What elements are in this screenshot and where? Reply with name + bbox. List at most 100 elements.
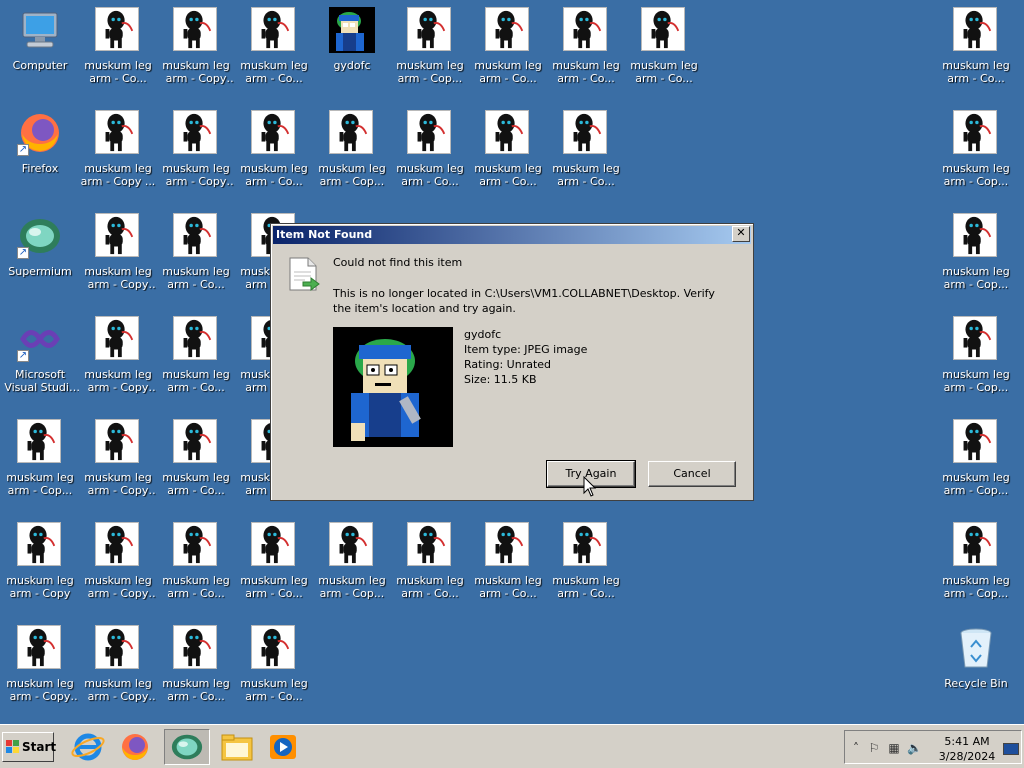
image-thumbnail-icon — [17, 625, 63, 671]
desktop-icon-label: muskum leg arm - Copy (4) — [84, 368, 152, 394]
image-thumbnail-icon — [563, 522, 609, 568]
media-player-icon[interactable] — [264, 729, 302, 765]
desktop-icon-stick[interactable]: muskum leg arm - Copy ... — [79, 104, 157, 204]
desktop-icon-gydofc[interactable]: gydofc — [313, 1, 391, 101]
desktop-icon-firefox[interactable]: ↗ Firefox — [1, 104, 79, 204]
internet-explorer-icon[interactable] — [69, 729, 107, 765]
desktop-icon-stick[interactable]: muskum leg arm - Cop... — [937, 104, 1015, 204]
image-thumbnail-icon — [329, 522, 375, 568]
desktop-icon-stick[interactable]: muskum leg arm - Co... — [937, 1, 1015, 101]
desktop-icon-stick[interactable]: muskum leg arm - Copy (7) — [79, 619, 157, 719]
desktop-icon-supermium[interactable]: ↗ Supermium — [1, 207, 79, 307]
desktop-icon-recycle[interactable]: Recycle Bin — [937, 619, 1015, 719]
desktop-icon-stick[interactable]: muskum leg arm - Co... — [157, 619, 235, 719]
desktop-icon-stick[interactable]: muskum leg arm - Copy (2) — [1, 619, 79, 719]
desktop-icon-stick[interactable]: muskum leg arm - Co... — [157, 516, 235, 616]
desktop-icon-stick[interactable]: muskum leg arm - Cop... — [937, 413, 1015, 513]
desktop-icon-label: muskum leg arm - Copy ... — [80, 162, 156, 188]
image-thumbnail-icon — [563, 110, 609, 156]
desktop-icon-stick[interactable]: muskum leg arm - Copy (9) — [157, 104, 235, 204]
desktop-icon-stick[interactable]: muskum leg arm - Co... — [235, 1, 313, 101]
desktop-icon-label: muskum leg arm - Copy (2) — [6, 677, 74, 703]
desktop-icon-label: muskum leg arm - Cop... — [318, 162, 386, 188]
desktop-icon-label: muskum leg arm - Co... — [474, 59, 542, 85]
desktop-icon-stick[interactable]: muskum leg arm - Cop... — [313, 104, 391, 204]
start-button[interactable]: Start — [2, 732, 56, 762]
vs-icon: ↗ — [17, 316, 63, 362]
image-thumbnail-icon — [485, 110, 531, 156]
dialog-close-button[interactable]: ✕ — [732, 226, 750, 242]
desktop-icon-stick[interactable]: muskum leg arm - Co... — [157, 207, 235, 307]
firefox-icon[interactable] — [116, 729, 154, 765]
image-thumbnail-icon — [173, 110, 219, 156]
image-thumbnail-icon — [95, 213, 141, 259]
desktop-icon-stick[interactable]: muskum leg arm - Cop... — [937, 207, 1015, 307]
file-item-type: Item type: JPEG image — [464, 343, 588, 356]
desktop-icon-label: muskum leg arm - Co... — [240, 59, 308, 85]
desktop-icon-label: muskum leg arm - Copy (3) — [84, 265, 152, 291]
desktop-icon-stick[interactable]: muskum leg arm - Cop... — [313, 516, 391, 616]
desktop-icon-stick[interactable]: muskum leg arm - Co... — [235, 516, 313, 616]
desktop-icon-stick[interactable]: muskum leg arm - Co... — [547, 516, 625, 616]
desktop-icon-label: muskum leg arm - Cop... — [396, 59, 464, 85]
desktop-icon-stick[interactable]: muskum leg arm - Co... — [235, 619, 313, 719]
desktop-icon-stick[interactable]: muskum leg arm - Copy — [1, 516, 79, 616]
desktop-icon-label: muskum leg arm - Copy (9) — [162, 162, 230, 188]
cancel-button[interactable]: Cancel — [648, 461, 736, 487]
clock-date[interactable]: 3/28/2024 — [937, 750, 997, 763]
desktop-icon-computer[interactable]: Computer — [1, 1, 79, 101]
desktop-icon-label: Firefox — [21, 162, 59, 175]
show-hidden-icons-chevron-icon[interactable]: ˄ — [849, 741, 863, 755]
desktop-icon-stick[interactable]: muskum leg arm - Cop... — [937, 516, 1015, 616]
desktop-icon-stick[interactable]: muskum leg arm - Copy (6) — [79, 516, 157, 616]
desktop-icon-label: muskum leg arm - Co... — [396, 574, 464, 600]
desktop-icon-stick[interactable]: muskum leg arm - Co... — [391, 516, 469, 616]
desktop-icon-stick[interactable]: muskum leg arm - Cop... — [937, 310, 1015, 410]
image-thumbnail-icon — [95, 110, 141, 156]
desktop-icon-stick[interactable]: muskum leg arm - Co... — [547, 1, 625, 101]
network-icon[interactable]: ▦ — [887, 741, 901, 755]
desktop-icon-stick[interactable]: muskum leg arm - Co... — [157, 413, 235, 513]
desktop-icon-stick[interactable]: muskum leg arm - Cop... — [1, 413, 79, 513]
image-thumbnail-icon — [95, 625, 141, 671]
desktop-icon-stick[interactable]: muskum leg arm - Co... — [157, 310, 235, 410]
desktop-icon-vs[interactable]: ↗ Microsoft Visual Studio 2010 — [1, 310, 79, 410]
desktop-icon-stick[interactable]: muskum leg arm - Copy (3) — [79, 207, 157, 307]
desktop-icon-stick[interactable]: muskum leg arm - Co... — [547, 104, 625, 204]
volume-muted-icon[interactable]: 🔈 — [907, 741, 922, 755]
image-thumbnail-icon — [95, 7, 141, 53]
image-thumbnail-icon — [953, 316, 999, 362]
desktop-icon-stick[interactable]: muskum leg arm - Co... — [625, 1, 703, 101]
desktop-icon-label: muskum leg arm - Co... — [552, 59, 620, 85]
show-desktop-icon[interactable] — [1003, 743, 1019, 755]
desktop-icon-stick[interactable]: muskum leg arm - Copy (5) — [79, 413, 157, 513]
file-rating: Rating: Unrated — [464, 358, 552, 371]
clock-time[interactable]: 5:41 AM — [937, 735, 997, 748]
desktop-icon-stick[interactable]: muskum leg arm - Co... — [469, 516, 547, 616]
desktop-icon-stick[interactable]: muskum leg arm - Cop... — [391, 1, 469, 101]
action-center-flag-icon[interactable]: ⚐ — [867, 741, 881, 755]
desktop-icon-label: muskum leg arm - Copy (5) — [84, 471, 152, 497]
image-thumbnail-icon — [953, 110, 999, 156]
desktop-icon-stick[interactable]: muskum leg arm - Co... — [469, 104, 547, 204]
desktop-icon-stick[interactable]: muskum leg arm - Co... — [235, 104, 313, 204]
image-thumbnail-icon — [485, 522, 531, 568]
file-size: Size: 11.5 KB — [464, 373, 537, 386]
desktop-icon-label: muskum leg arm - Co... — [84, 59, 152, 85]
image-thumbnail-icon — [953, 522, 999, 568]
desktop-icon-stick[interactable]: muskum leg arm - Co... — [79, 1, 157, 101]
file-explorer-icon[interactable] — [218, 729, 256, 765]
desktop-icon-stick[interactable]: muskum leg arm - Co... — [469, 1, 547, 101]
image-thumbnail-icon — [485, 7, 531, 53]
image-thumbnail-icon — [95, 419, 141, 465]
desktop-icon-stick[interactable]: muskum leg arm - Co... — [391, 104, 469, 204]
desktop-icon-label: muskum leg arm - Cop... — [318, 574, 386, 600]
desktop-icon-stick[interactable]: muskum leg arm - Copy (4) — [79, 310, 157, 410]
desktop-icon-label: muskum leg arm - Co... — [630, 59, 698, 85]
desktop-icon-label: gydofc — [333, 59, 371, 72]
supermium-icon[interactable] — [164, 729, 210, 765]
desktop-icon-stick[interactable]: muskum leg arm - Copy (8) — [157, 1, 235, 101]
desktop-icon-label: muskum leg arm - Cop... — [942, 574, 1010, 600]
desktop-icon-label: muskum leg arm - Co... — [240, 677, 308, 703]
image-thumbnail-icon — [173, 316, 219, 362]
